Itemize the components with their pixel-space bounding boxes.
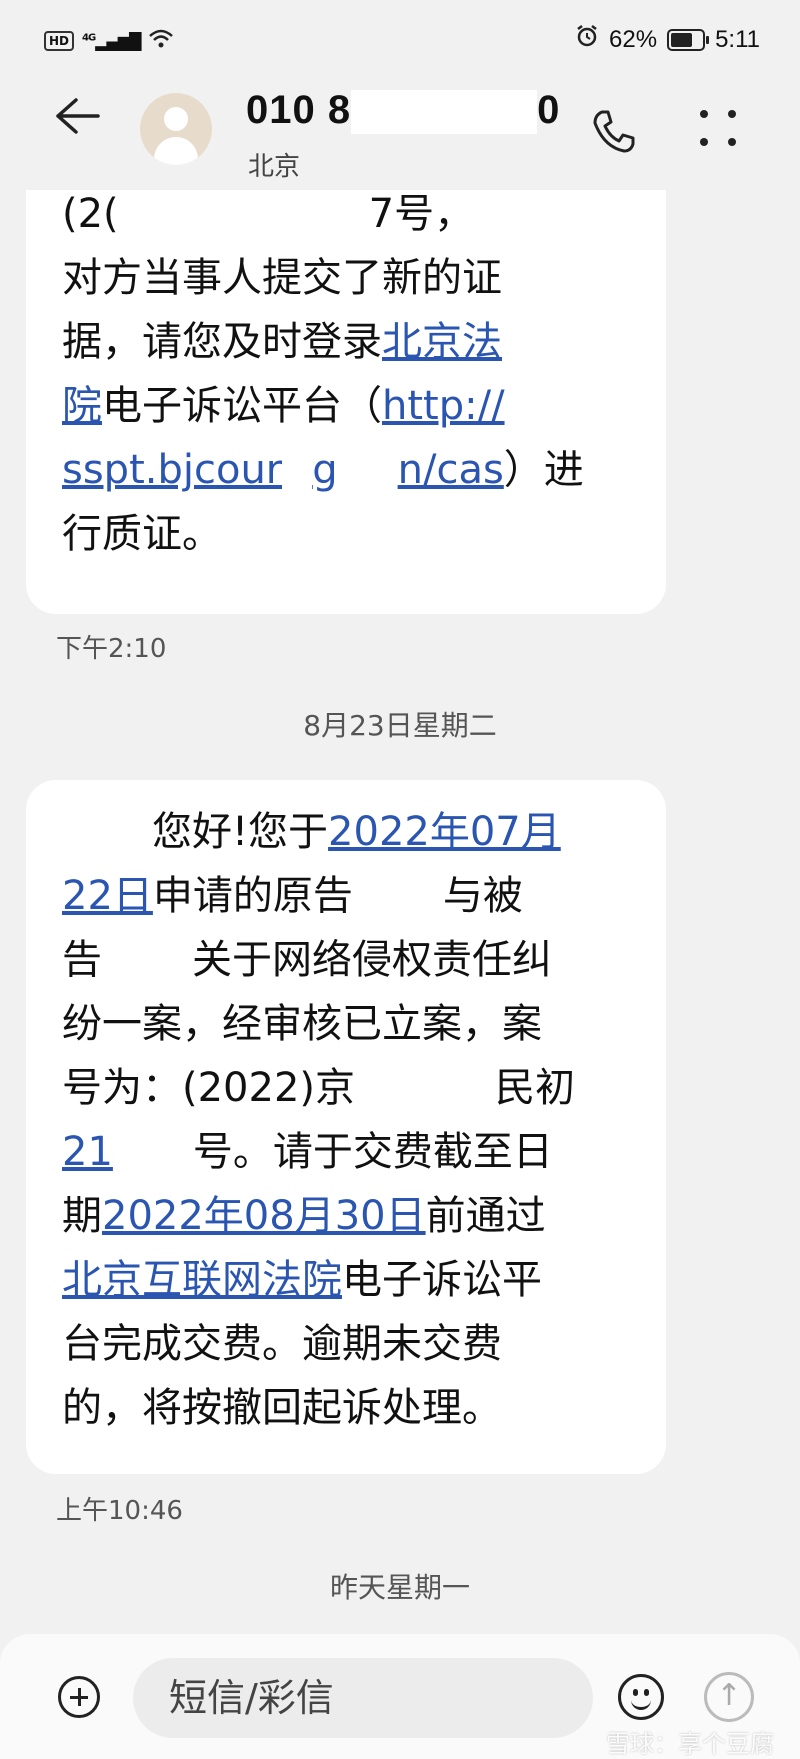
send-arrow-icon[interactable]: ↑ bbox=[704, 1672, 754, 1722]
court-link[interactable]: 北京互联网法院 bbox=[62, 1257, 342, 1303]
wifi-icon bbox=[148, 28, 174, 54]
case-number-link[interactable]: 21 bbox=[62, 1129, 193, 1175]
message-bubble[interactable]: (2(7号， 对方当事人提交了新的证 据，请您及时登录北京法 院电子诉讼平台（h… bbox=[26, 170, 666, 614]
url-link[interactable]: sspt.bjcour g n/cas bbox=[62, 447, 504, 493]
phone-icon[interactable] bbox=[588, 106, 638, 160]
redaction-mask bbox=[355, 1070, 496, 1110]
hd-icon: HD bbox=[44, 31, 75, 51]
back-arrow-icon[interactable] bbox=[54, 94, 100, 144]
message-bubble[interactable]: 您好!您于2022年07月 22日申请的原告 与被 告关于网络侵权责任纠 纷一案，… bbox=[26, 780, 666, 1474]
message-timestamp: 下午2:10 bbox=[56, 634, 167, 664]
redaction-mask bbox=[118, 196, 369, 236]
date-link[interactable]: 2022年07月 bbox=[328, 809, 561, 855]
contact-avatar[interactable] bbox=[140, 93, 212, 165]
date-separator: 8月23日星期二 bbox=[303, 709, 497, 742]
redaction-mask bbox=[102, 942, 192, 982]
signal-icon: 4G▂▄▆█ bbox=[82, 31, 141, 51]
date-link[interactable]: 2022年08月30日 bbox=[102, 1193, 426, 1239]
redaction-mask bbox=[62, 814, 152, 854]
clock: 5:11 bbox=[715, 25, 760, 53]
message-input[interactable]: 短信/彩信 bbox=[133, 1658, 593, 1738]
date-separator: 昨天星期一 bbox=[329, 1571, 470, 1604]
court-link[interactable]: 院 bbox=[62, 383, 102, 429]
add-attachment-icon[interactable] bbox=[58, 1676, 100, 1718]
emoji-icon[interactable] bbox=[618, 1674, 664, 1720]
battery-icon bbox=[667, 28, 710, 51]
redaction-mask bbox=[351, 90, 538, 135]
more-options-icon[interactable] bbox=[700, 102, 740, 152]
battery-percent: 62% bbox=[609, 25, 658, 53]
contact-location: 北京 bbox=[248, 152, 301, 182]
contact-number: 010 80 bbox=[246, 88, 560, 135]
status-bar: HD 4G▂▄▆█ 62% 5:11 bbox=[0, 0, 800, 80]
alarm-icon bbox=[575, 24, 599, 55]
url-link[interactable]: http:// bbox=[382, 383, 505, 429]
message-timestamp: 上午10:46 bbox=[56, 1496, 183, 1526]
court-link[interactable]: 北京法 bbox=[382, 319, 502, 365]
watermark: 雪球：享个豆腐 bbox=[606, 1730, 774, 1758]
date-link[interactable]: 22日 bbox=[62, 873, 153, 919]
redaction-mask bbox=[352, 878, 443, 918]
conversation-header: 010 80 北京 bbox=[0, 80, 800, 190]
